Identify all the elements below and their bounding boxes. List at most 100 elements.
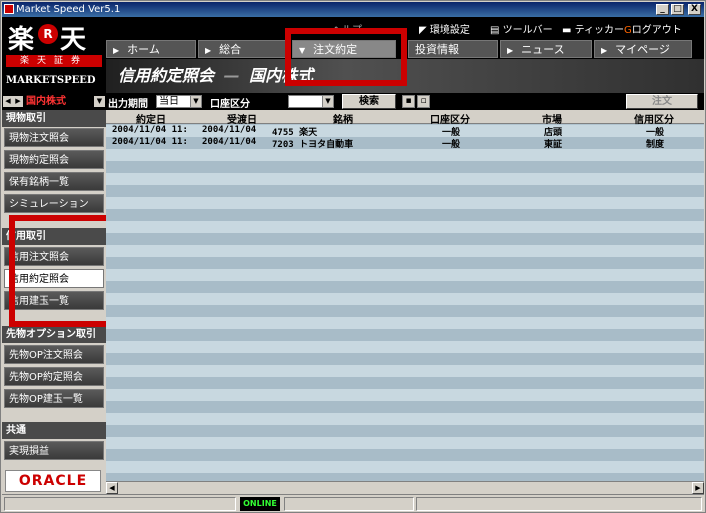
ticker-label: ティッカー bbox=[574, 25, 625, 36]
row-stripe bbox=[106, 437, 704, 449]
scroll-left-icon[interactable]: ◀ bbox=[106, 482, 118, 494]
app-window: Market Speed Ver5.1 _ □ X 楽 R 天 楽天証券 MAR… bbox=[0, 0, 706, 513]
tab-home-label: ホーム bbox=[127, 43, 160, 56]
tab-news[interactable]: ▶ ニュース bbox=[500, 40, 592, 58]
status-pane-mid bbox=[284, 497, 414, 511]
tab-arrow-icon: ▶ bbox=[601, 46, 608, 55]
period-value: 当日 bbox=[159, 96, 179, 107]
col-account[interactable]: 口座区分 bbox=[400, 111, 500, 126]
rakuten-logo: 楽 R 天 楽天証券 MARKETSPEED bbox=[2, 17, 106, 93]
sidebar-item-futures-executions[interactable]: 先物OP約定照会 bbox=[4, 367, 104, 386]
dropdown-arrow-icon[interactable]: ▼ bbox=[94, 96, 105, 107]
account-label: 口座区分 bbox=[210, 99, 250, 110]
cell-settle-date: 2004/11/04 bbox=[202, 125, 257, 135]
col-margin-type[interactable]: 信用区分 bbox=[604, 111, 704, 126]
sidebar-section-futures: 先物オプション取引 bbox=[2, 326, 106, 343]
copy-icon[interactable]: ▫ bbox=[417, 95, 430, 108]
row-stripe bbox=[106, 149, 704, 161]
tab-info[interactable]: 投資情報 bbox=[408, 40, 498, 58]
status-bar: ONLINE bbox=[2, 494, 704, 512]
page-title-main: 信用約定照会 bbox=[118, 66, 215, 85]
toolbar-label: ツールバー bbox=[502, 25, 553, 36]
env-settings-link[interactable]: ◤ 環境設定 bbox=[419, 21, 470, 36]
table-row[interactable]: 2004/11/04 11: 2004/11/04 4755 楽天 一般 店頭 … bbox=[106, 125, 704, 138]
col-settle-date[interactable]: 受渡日 bbox=[198, 111, 286, 126]
row-stripe bbox=[106, 389, 704, 401]
tab-arrow-icon: ▶ bbox=[507, 46, 514, 55]
order-button[interactable]: 注文 bbox=[626, 94, 698, 109]
cell-exec-date: 2004/11/04 11: bbox=[112, 125, 188, 135]
row-stripe bbox=[106, 305, 704, 317]
row-stripe bbox=[106, 449, 704, 461]
maximize-button[interactable]: □ bbox=[671, 4, 684, 15]
sidebar-item-holdings[interactable]: 保有銘柄一覧 bbox=[4, 172, 104, 191]
title-bar: Market Speed Ver5.1 _ □ X bbox=[2, 2, 704, 17]
horizontal-scrollbar[interactable]: ◀ ▶ bbox=[106, 481, 704, 494]
window-title: Market Speed Ver5.1 bbox=[16, 4, 121, 15]
next-arrow-icon[interactable]: ▶ bbox=[13, 96, 23, 107]
sidebar-item-genbutsu-orders[interactable]: 現物注文照会 bbox=[4, 128, 104, 147]
close-button[interactable]: X bbox=[688, 4, 701, 15]
logo-kanji-ten: 天 bbox=[60, 25, 86, 55]
col-exec-date[interactable]: 約定日 bbox=[106, 111, 196, 126]
sidebar-item-margin-executions[interactable]: 信用約定照会 bbox=[4, 269, 104, 288]
tab-mypage[interactable]: ▶ マイページ bbox=[594, 40, 692, 58]
executions-table: 約定日 受渡日 銘柄 口座区分 市場 信用区分 2004/11/04 11: 2… bbox=[106, 110, 704, 481]
table-row[interactable]: 2004/11/04 11: 2004/11/04 7203 トヨタ自動車 一般… bbox=[106, 137, 704, 150]
sidebar-item-genbutsu-executions[interactable]: 現物約定照会 bbox=[4, 150, 104, 169]
logo-kanji-raku: 楽 bbox=[8, 25, 34, 55]
help-link[interactable]: ・ヘルプ bbox=[322, 21, 362, 36]
oracle-logo: ORACLE bbox=[5, 470, 101, 492]
col-issue[interactable]: 銘柄 bbox=[288, 111, 398, 126]
top-links: ・ヘルプ ◤ 環境設定 ▤ ツールバー ▬ ティッカー Gログアウト bbox=[322, 21, 704, 36]
row-stripe bbox=[106, 329, 704, 341]
toolbar-link[interactable]: ▤ ツールバー bbox=[490, 21, 553, 36]
period-select[interactable]: 当日 ▼ bbox=[156, 95, 202, 108]
page-title-sub: 国内株式 bbox=[249, 66, 314, 85]
tab-orders-label: 注文約定 bbox=[313, 43, 358, 56]
logout-icon: G bbox=[624, 25, 632, 36]
row-stripe bbox=[106, 293, 704, 305]
table-header: 約定日 受渡日 銘柄 口座区分 市場 信用区分 bbox=[106, 110, 704, 126]
ticker-link[interactable]: ▬ ティッカー bbox=[562, 21, 624, 36]
tab-home[interactable]: ▶ ホーム bbox=[106, 40, 196, 58]
cell-market: 東証 bbox=[544, 140, 563, 150]
sidebar-item-futures-orders[interactable]: 先物OP注文照会 bbox=[4, 345, 104, 364]
tab-arrow-down-icon: ▼ bbox=[299, 46, 306, 55]
row-stripe bbox=[106, 245, 704, 257]
row-stripe bbox=[106, 281, 704, 293]
row-stripe bbox=[106, 425, 704, 437]
sidebar-item-realized-pl[interactable]: 実現損益 bbox=[4, 441, 104, 460]
row-stripe bbox=[106, 341, 704, 353]
logout-link[interactable]: Gログアウト bbox=[624, 21, 682, 36]
tab-orders[interactable]: ▼ 注文約定 bbox=[292, 40, 396, 58]
tab-info-label: 投資情報 bbox=[415, 43, 459, 56]
search-button[interactable]: 検索 bbox=[342, 94, 396, 109]
chevron-down-icon: ▼ bbox=[190, 96, 201, 107]
account-select[interactable]: ▼ bbox=[288, 95, 334, 108]
col-market[interactable]: 市場 bbox=[502, 111, 602, 126]
tab-sogo-label: 総合 bbox=[219, 43, 242, 56]
sidebar: 現物取引 現物注文照会 現物約定照会 保有銘柄一覧 シミュレーション 信用取引 … bbox=[2, 110, 106, 493]
row-stripe bbox=[106, 365, 704, 377]
sidebar-section-margin: 信用取引 bbox=[2, 228, 106, 245]
scroll-right-icon[interactable]: ▶ bbox=[692, 482, 704, 494]
row-stripe bbox=[106, 197, 704, 209]
market-selector[interactable]: ◀ ▶ 国内株式 ▼ bbox=[2, 93, 106, 110]
cell-margin-type: 制度 bbox=[646, 140, 665, 150]
minimize-button[interactable]: _ bbox=[656, 4, 669, 15]
row-stripe bbox=[106, 233, 704, 245]
prev-arrow-icon[interactable]: ◀ bbox=[3, 96, 13, 107]
save-icon[interactable]: ▪ bbox=[402, 95, 415, 108]
tab-sogo[interactable]: ▶ 総合 bbox=[198, 40, 288, 58]
logo-r-mark: R bbox=[38, 24, 58, 44]
sidebar-item-margin-orders[interactable]: 信用注文照会 bbox=[4, 247, 104, 266]
page-title-sep: — bbox=[223, 66, 240, 85]
tab-arrow-icon: ▶ bbox=[113, 46, 120, 55]
row-stripe bbox=[106, 353, 704, 365]
sidebar-item-simulation[interactable]: シミュレーション bbox=[4, 194, 104, 213]
tab-news-label: ニュース bbox=[521, 43, 565, 56]
sidebar-item-margin-positions[interactable]: 信用建玉一覧 bbox=[4, 291, 104, 310]
sidebar-item-futures-positions[interactable]: 先物OP建玉一覧 bbox=[4, 389, 104, 408]
cell-issue: 7203 トヨタ自動車 bbox=[272, 140, 354, 150]
